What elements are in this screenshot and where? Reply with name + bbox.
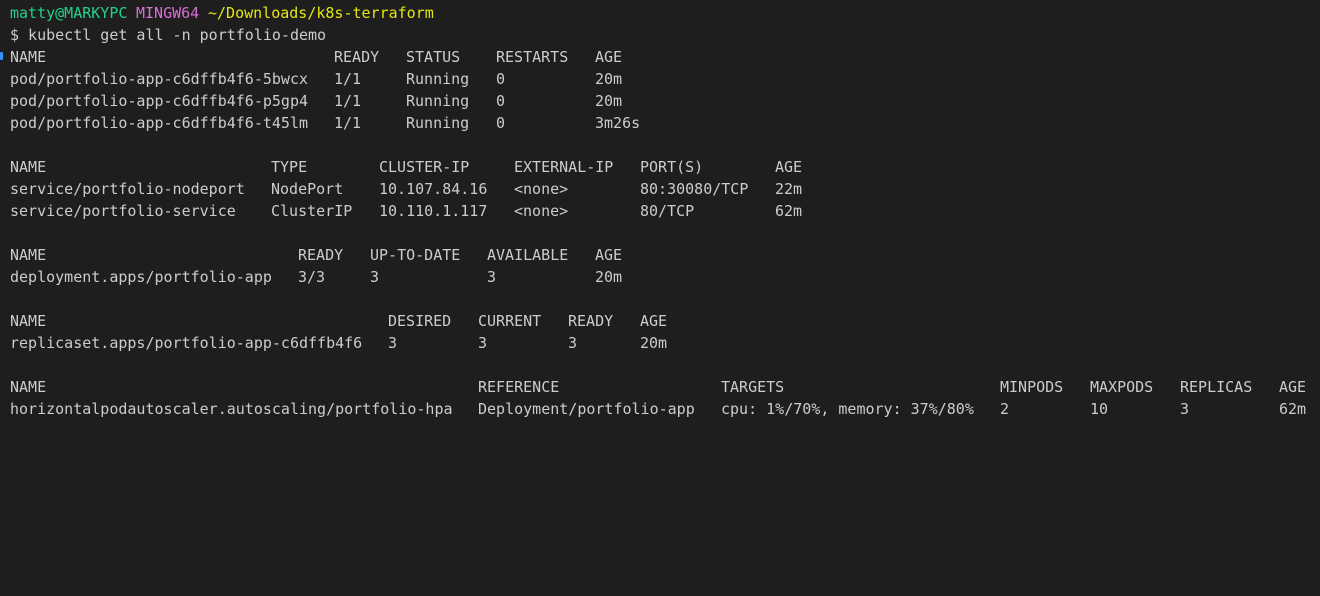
table-row: replicaset.apps/portfolio-app-c6dffb4f6 …	[10, 332, 667, 354]
column-header: NAME	[10, 246, 47, 264]
column-header: AVAILABLE	[487, 246, 569, 264]
table-cell: 62m	[775, 202, 803, 220]
column-header: AGE	[775, 158, 803, 176]
column-header: CURRENT	[478, 312, 542, 330]
column-header: AGE	[595, 48, 623, 66]
column-header: AGE	[595, 246, 623, 264]
table-cell: 0	[496, 114, 506, 132]
table-cell: 1/1	[334, 92, 362, 110]
table-cell: <none>	[514, 180, 569, 198]
terminal-window[interactable]: matty@MARKYPC MINGW64 ~/Downloads/k8s-te…	[0, 0, 1320, 422]
table-cell: 2	[1000, 400, 1010, 418]
table-cell: NodePort	[271, 180, 344, 198]
table-cell: 10.110.1.117	[379, 202, 488, 220]
table-row: service/portfolio-service ClusterIP 10.1…	[10, 200, 802, 222]
table-cell: pod/portfolio-app-c6dffb4f6-t45lm	[10, 114, 309, 132]
column-header: PORT(S)	[640, 158, 704, 176]
command-text: $ kubectl get all -n portfolio-demo	[10, 26, 327, 44]
table-cell: Running	[406, 70, 470, 88]
column-header: NAME	[10, 158, 47, 176]
table-cell: 20m	[595, 268, 623, 286]
table-cell: 3	[478, 334, 488, 352]
column-header: UP-TO-DATE	[370, 246, 461, 264]
command-decoration-marker[interactable]	[0, 52, 3, 60]
table-cell: service/portfolio-nodeport	[10, 180, 245, 198]
table-cell: Deployment/portfolio-app	[478, 400, 695, 418]
table-cell: 22m	[775, 180, 803, 198]
deployments-header-row: NAME READY UP-TO-DATE AVAILABLE AGE	[10, 244, 622, 266]
table-cell: 0	[496, 92, 506, 110]
column-header: READY	[298, 246, 344, 264]
column-header: REFERENCE	[478, 378, 560, 396]
column-header: READY	[568, 312, 614, 330]
column-header: RESTARTS	[496, 48, 569, 66]
table-cell: 1/1	[334, 114, 362, 132]
column-header: NAME	[10, 312, 47, 330]
table-row: pod/portfolio-app-c6dffb4f6-p5gp4 1/1 Ru…	[10, 90, 622, 112]
table-row: service/portfolio-nodeport NodePort 10.1…	[10, 178, 802, 200]
table-cell: 20m	[640, 334, 668, 352]
column-header: DESIRED	[388, 312, 452, 330]
table-cell: 3	[1180, 400, 1190, 418]
column-header: NAME	[10, 48, 47, 66]
table-row: horizontalpodautoscaler.autoscaling/port…	[10, 398, 1306, 420]
prompt-user-host: matty@MARKYPC	[10, 4, 128, 22]
column-header: NAME	[10, 378, 47, 396]
prompt-system: MINGW64	[136, 4, 200, 22]
table-cell: horizontalpodautoscaler.autoscaling/port…	[10, 400, 453, 418]
column-header: AGE	[640, 312, 668, 330]
replicasets-header-row: NAME DESIRED CURRENT READY AGE	[10, 310, 667, 332]
column-header: MAXPODS	[1090, 378, 1154, 396]
table-cell: pod/portfolio-app-c6dffb4f6-5bwcx	[10, 70, 309, 88]
column-header: AGE	[1279, 378, 1307, 396]
table-cell: 3/3	[298, 268, 326, 286]
table-cell: deployment.apps/portfolio-app	[10, 268, 272, 286]
table-cell: 3	[487, 268, 497, 286]
table-cell: <none>	[514, 202, 569, 220]
table-cell: 3m26s	[595, 114, 641, 132]
column-header: REPLICAS	[1180, 378, 1253, 396]
table-cell: 62m	[1279, 400, 1307, 418]
column-header: MINPODS	[1000, 378, 1064, 396]
column-header: TYPE	[271, 158, 308, 176]
table-cell: 80:30080/TCP	[640, 180, 749, 198]
table-cell: cpu: 1%/70%, memory: 37%/80%	[721, 400, 974, 418]
column-header: TARGETS	[721, 378, 785, 396]
hpa-header-row: NAME REFERENCE TARGETS MINPODS MAXPODS R…	[10, 376, 1306, 398]
table-cell: replicaset.apps/portfolio-app-c6dffb4f6	[10, 334, 363, 352]
table-cell: 80/TCP	[640, 202, 695, 220]
table-cell: 0	[496, 70, 506, 88]
table-cell: 20m	[595, 70, 623, 88]
table-cell: service/portfolio-service	[10, 202, 236, 220]
table-cell: 3	[370, 268, 380, 286]
table-cell: Running	[406, 114, 470, 132]
column-header: READY	[334, 48, 380, 66]
table-cell: 10.107.84.16	[379, 180, 488, 198]
table-cell: 10	[1090, 400, 1109, 418]
column-header: STATUS	[406, 48, 461, 66]
column-header: EXTERNAL-IP	[514, 158, 614, 176]
prompt-line: matty@MARKYPC MINGW64 ~/Downloads/k8s-te…	[10, 2, 434, 24]
table-cell: pod/portfolio-app-c6dffb4f6-p5gp4	[10, 92, 309, 110]
prompt-cwd: ~/Downloads/k8s-terraform	[208, 4, 434, 22]
table-cell: 3	[568, 334, 578, 352]
pods-header-row: NAME READY STATUS RESTARTS AGE	[10, 46, 622, 68]
table-cell: 1/1	[334, 70, 362, 88]
command-line: $ kubectl get all -n portfolio-demo	[10, 24, 326, 46]
services-header-row: NAME TYPE CLUSTER-IP EXTERNAL-IP PORT(S)…	[10, 156, 802, 178]
table-cell: 3	[388, 334, 398, 352]
table-row: deployment.apps/portfolio-app 3/3 3 3 20…	[10, 266, 622, 288]
table-cell: Running	[406, 92, 470, 110]
table-cell: 20m	[595, 92, 623, 110]
table-row: pod/portfolio-app-c6dffb4f6-t45lm 1/1 Ru…	[10, 112, 640, 134]
table-cell: ClusterIP	[271, 202, 353, 220]
table-row: pod/portfolio-app-c6dffb4f6-5bwcx 1/1 Ru…	[10, 68, 622, 90]
column-header: CLUSTER-IP	[379, 158, 470, 176]
